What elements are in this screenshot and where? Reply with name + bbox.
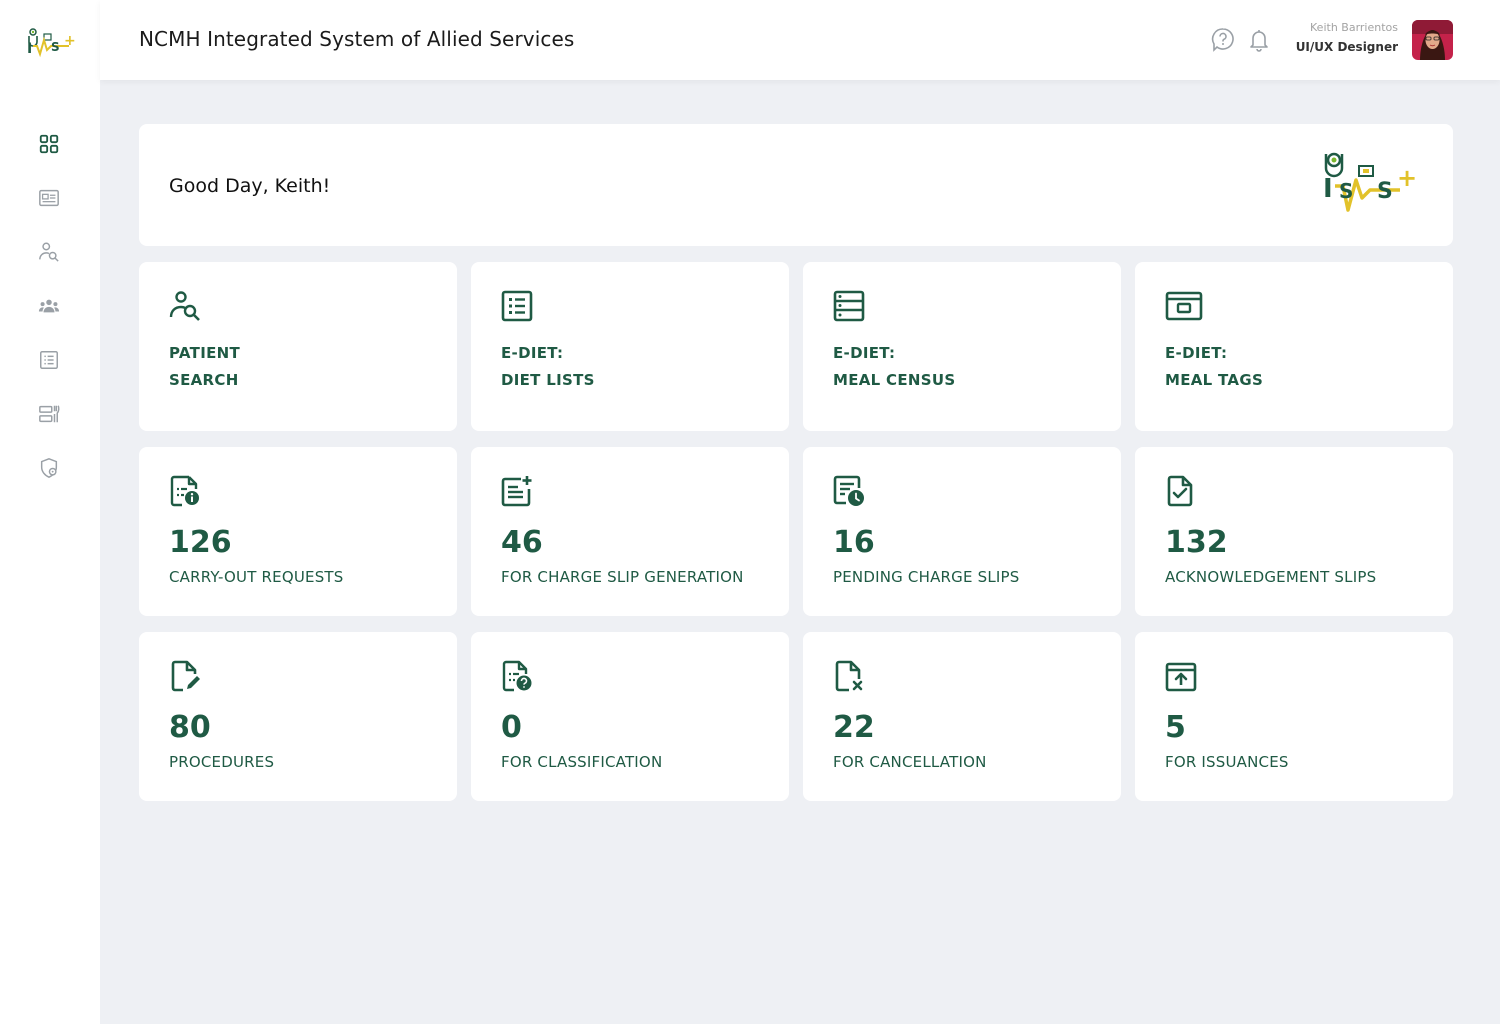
- stat-label: PENDING CHARGE SLIPS: [833, 568, 1020, 586]
- document-question-icon: [501, 660, 533, 692]
- tile-charge-slip-generation[interactable]: 46 FOR CHARGE SLIP GENERATION: [471, 447, 789, 616]
- tile-label-line2: DIET LISTS: [501, 371, 595, 389]
- greeting-text: Good Day, Keith!: [169, 175, 331, 197]
- user-name: Keith Barrientos: [1310, 21, 1398, 34]
- svg-text:S: S: [1377, 179, 1393, 204]
- stat-label: CARRY-OUT REQUESTS: [169, 568, 344, 586]
- document-info-icon: [169, 475, 201, 507]
- stat-count: 132: [1165, 525, 1228, 560]
- tile-cancellation[interactable]: 22 FOR CANCELLATION: [803, 632, 1121, 801]
- tile-procedures[interactable]: 80 PROCEDURES: [139, 632, 457, 801]
- nav-group[interactable]: [34, 291, 64, 321]
- app-logo[interactable]: I S +: [24, 26, 76, 62]
- stat-count: 0: [501, 710, 522, 745]
- help-circle-icon: [1211, 28, 1234, 52]
- tile-label-line1: E-DIET:: [501, 344, 564, 362]
- nav-patient-search[interactable]: [34, 237, 64, 267]
- tile-label-line1: PATIENT: [169, 344, 241, 362]
- meal-census-icon: [833, 290, 865, 322]
- stat-count: 46: [501, 525, 543, 560]
- svg-text:+: +: [1397, 164, 1417, 192]
- document-edit-icon: [169, 660, 201, 692]
- patient-search-icon: [169, 290, 201, 322]
- svg-text:I: I: [1323, 174, 1333, 204]
- diet-list-icon: [501, 290, 533, 322]
- stat-count: 126: [169, 525, 232, 560]
- nav-list[interactable]: [34, 345, 64, 375]
- document-cancel-icon: [833, 660, 865, 692]
- document-add-icon: [501, 475, 533, 507]
- svg-text:S: S: [1339, 179, 1353, 203]
- stat-label: ACKNOWLEDGEMENT SLIPS: [1165, 568, 1377, 586]
- upload-box-icon: [1165, 660, 1197, 692]
- stat-count: 16: [833, 525, 875, 560]
- stat-count: 80: [169, 710, 211, 745]
- meal-tag-icon: [1165, 290, 1203, 322]
- document-check-icon: [1165, 475, 1197, 507]
- tile-pending-charge-slips[interactable]: 16 PENDING CHARGE SLIPS: [803, 447, 1121, 616]
- notifications-button[interactable]: [1247, 27, 1271, 53]
- svg-text:I: I: [27, 41, 32, 57]
- list-icon: [40, 351, 58, 369]
- isas-logo: I S S +: [1319, 150, 1419, 220]
- stat-label: FOR CHARGE SLIP GENERATION: [501, 568, 744, 586]
- tile-label-line2: MEAL TAGS: [1165, 371, 1264, 389]
- stat-count: 5: [1165, 710, 1186, 745]
- tile-classification[interactable]: 0 FOR CLASSIFICATION: [471, 632, 789, 801]
- tile-acknowledgement-slips[interactable]: 132 ACKNOWLEDGEMENT SLIPS: [1135, 447, 1453, 616]
- stat-label: FOR CLASSIFICATION: [501, 753, 663, 771]
- top-header: NCMH Integrated System of Allied Service…: [100, 0, 1500, 80]
- app-title: NCMH Integrated System of Allied Service…: [139, 27, 575, 51]
- nav-dashboard[interactable]: [34, 129, 64, 159]
- nav-id-card[interactable]: [34, 183, 64, 213]
- patient-search-icon: [39, 242, 59, 262]
- tile-meal-census[interactable]: E-DIET: MEAL CENSUS: [803, 262, 1121, 431]
- stat-label: FOR CANCELLATION: [833, 753, 987, 771]
- nav-security[interactable]: [34, 453, 64, 483]
- user-role: UI/UX Designer: [1295, 40, 1398, 54]
- stat-label: FOR ISSUANCES: [1165, 753, 1289, 771]
- svg-text:+: +: [64, 33, 76, 49]
- tile-label-line2: MEAL CENSUS: [833, 371, 956, 389]
- stat-count: 22: [833, 710, 875, 745]
- tile-label-line1: E-DIET:: [1165, 344, 1228, 362]
- shield-settings-icon: [40, 458, 58, 478]
- svg-text:S: S: [51, 40, 60, 54]
- document-clock-icon: [833, 475, 865, 507]
- id-card-icon: [39, 189, 59, 207]
- tile-patient-search[interactable]: PATIENT SEARCH: [139, 262, 457, 431]
- meal-tags-icon: [39, 405, 60, 423]
- nav-meal-tags[interactable]: [34, 399, 64, 429]
- help-button[interactable]: [1211, 27, 1235, 53]
- avatar[interactable]: [1412, 20, 1453, 60]
- tile-label-line2: SEARCH: [169, 371, 239, 389]
- tile-carry-out-requests[interactable]: 126 CARRY-OUT REQUESTS: [139, 447, 457, 616]
- sidebar: I S +: [0, 0, 100, 1024]
- notification-bell-icon: [1250, 30, 1268, 52]
- tile-diet-lists[interactable]: E-DIET: DIET LISTS: [471, 262, 789, 431]
- welcome-card: Good Day, Keith! I S S +: [139, 124, 1453, 246]
- tile-label-line1: E-DIET:: [833, 344, 896, 362]
- tile-meal-tags[interactable]: E-DIET: MEAL TAGS: [1135, 262, 1453, 431]
- group-icon: [38, 299, 60, 313]
- stat-label: PROCEDURES: [169, 753, 275, 771]
- tile-issuances[interactable]: 5 FOR ISSUANCES: [1135, 632, 1453, 801]
- dashboard-grid-icon: [39, 134, 59, 154]
